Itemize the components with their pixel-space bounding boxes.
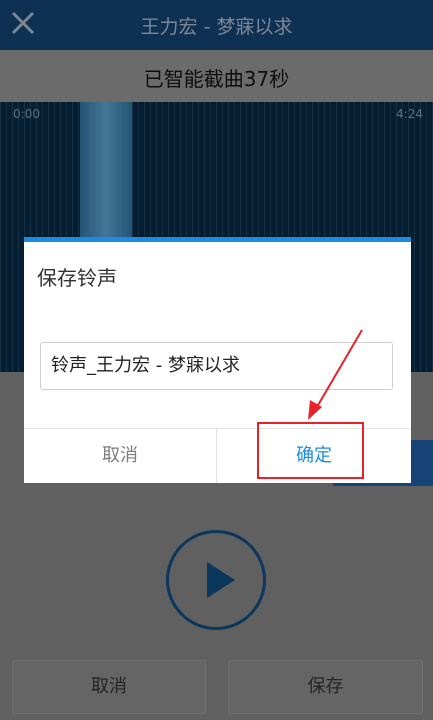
ringtone-name-input[interactable]: 铃声_王力宏 - 梦寐以求 [40, 342, 393, 390]
dialog-cancel-button[interactable]: 取消 [24, 428, 216, 483]
ok-highlight-box [257, 422, 364, 479]
dialog-title: 保存铃声 [37, 266, 117, 290]
